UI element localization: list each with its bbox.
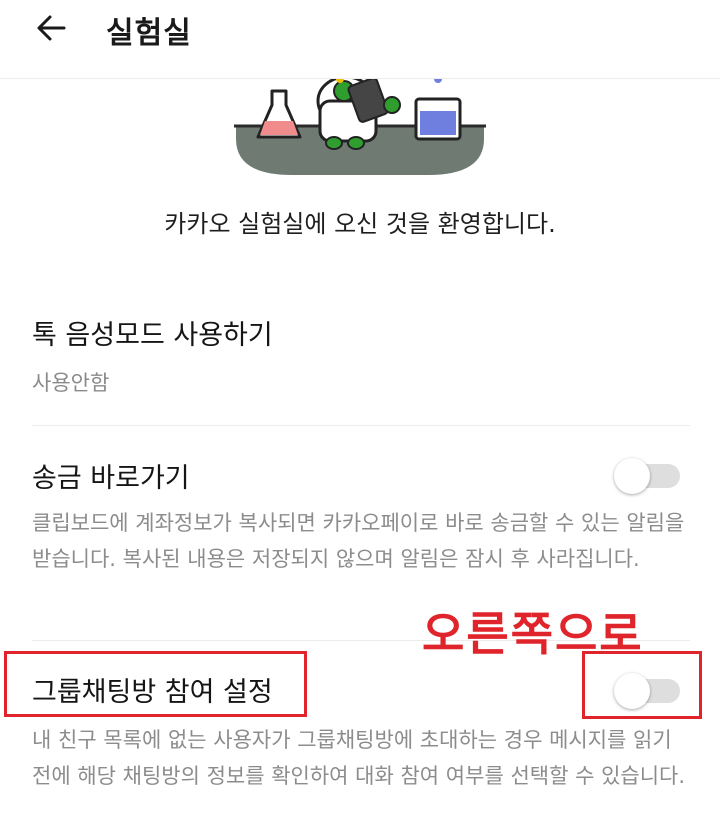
group-chat-join-toggle[interactable] <box>614 673 680 709</box>
divider <box>32 425 690 426</box>
group-chat-join-description: 내 친구 목록에 없는 사용자가 그룹채팅방에 초대하는 경우 메시지를 읽기 … <box>32 728 686 788</box>
welcome-message: 카카오 실험실에 오신 것을 환영합니다. <box>164 210 556 238</box>
lab-illustration <box>228 75 492 177</box>
quick-transfer-toggle[interactable] <box>614 458 680 494</box>
quick-transfer-description: 클립보드에 계좌정보가 복사되면 카카오페이로 바로 송금할 수 있는 알림을 … <box>32 511 685 571</box>
toggle-knob <box>614 673 650 709</box>
group-chat-join-title: 그룹채팅방 참여 설정 <box>32 677 273 708</box>
voice-mode-title[interactable]: 톡 음성모드 사용하기 <box>32 313 273 352</box>
back-button[interactable] <box>30 10 78 50</box>
quick-transfer-title: 송금 바로가기 <box>32 463 190 494</box>
arrow-left-icon <box>37 15 66 41</box>
toggle-knob <box>614 458 650 494</box>
voice-mode-value: 사용안함 <box>32 371 110 395</box>
page-title: 실험실 <box>106 16 192 51</box>
app-bar: 실험실 <box>0 0 720 79</box>
